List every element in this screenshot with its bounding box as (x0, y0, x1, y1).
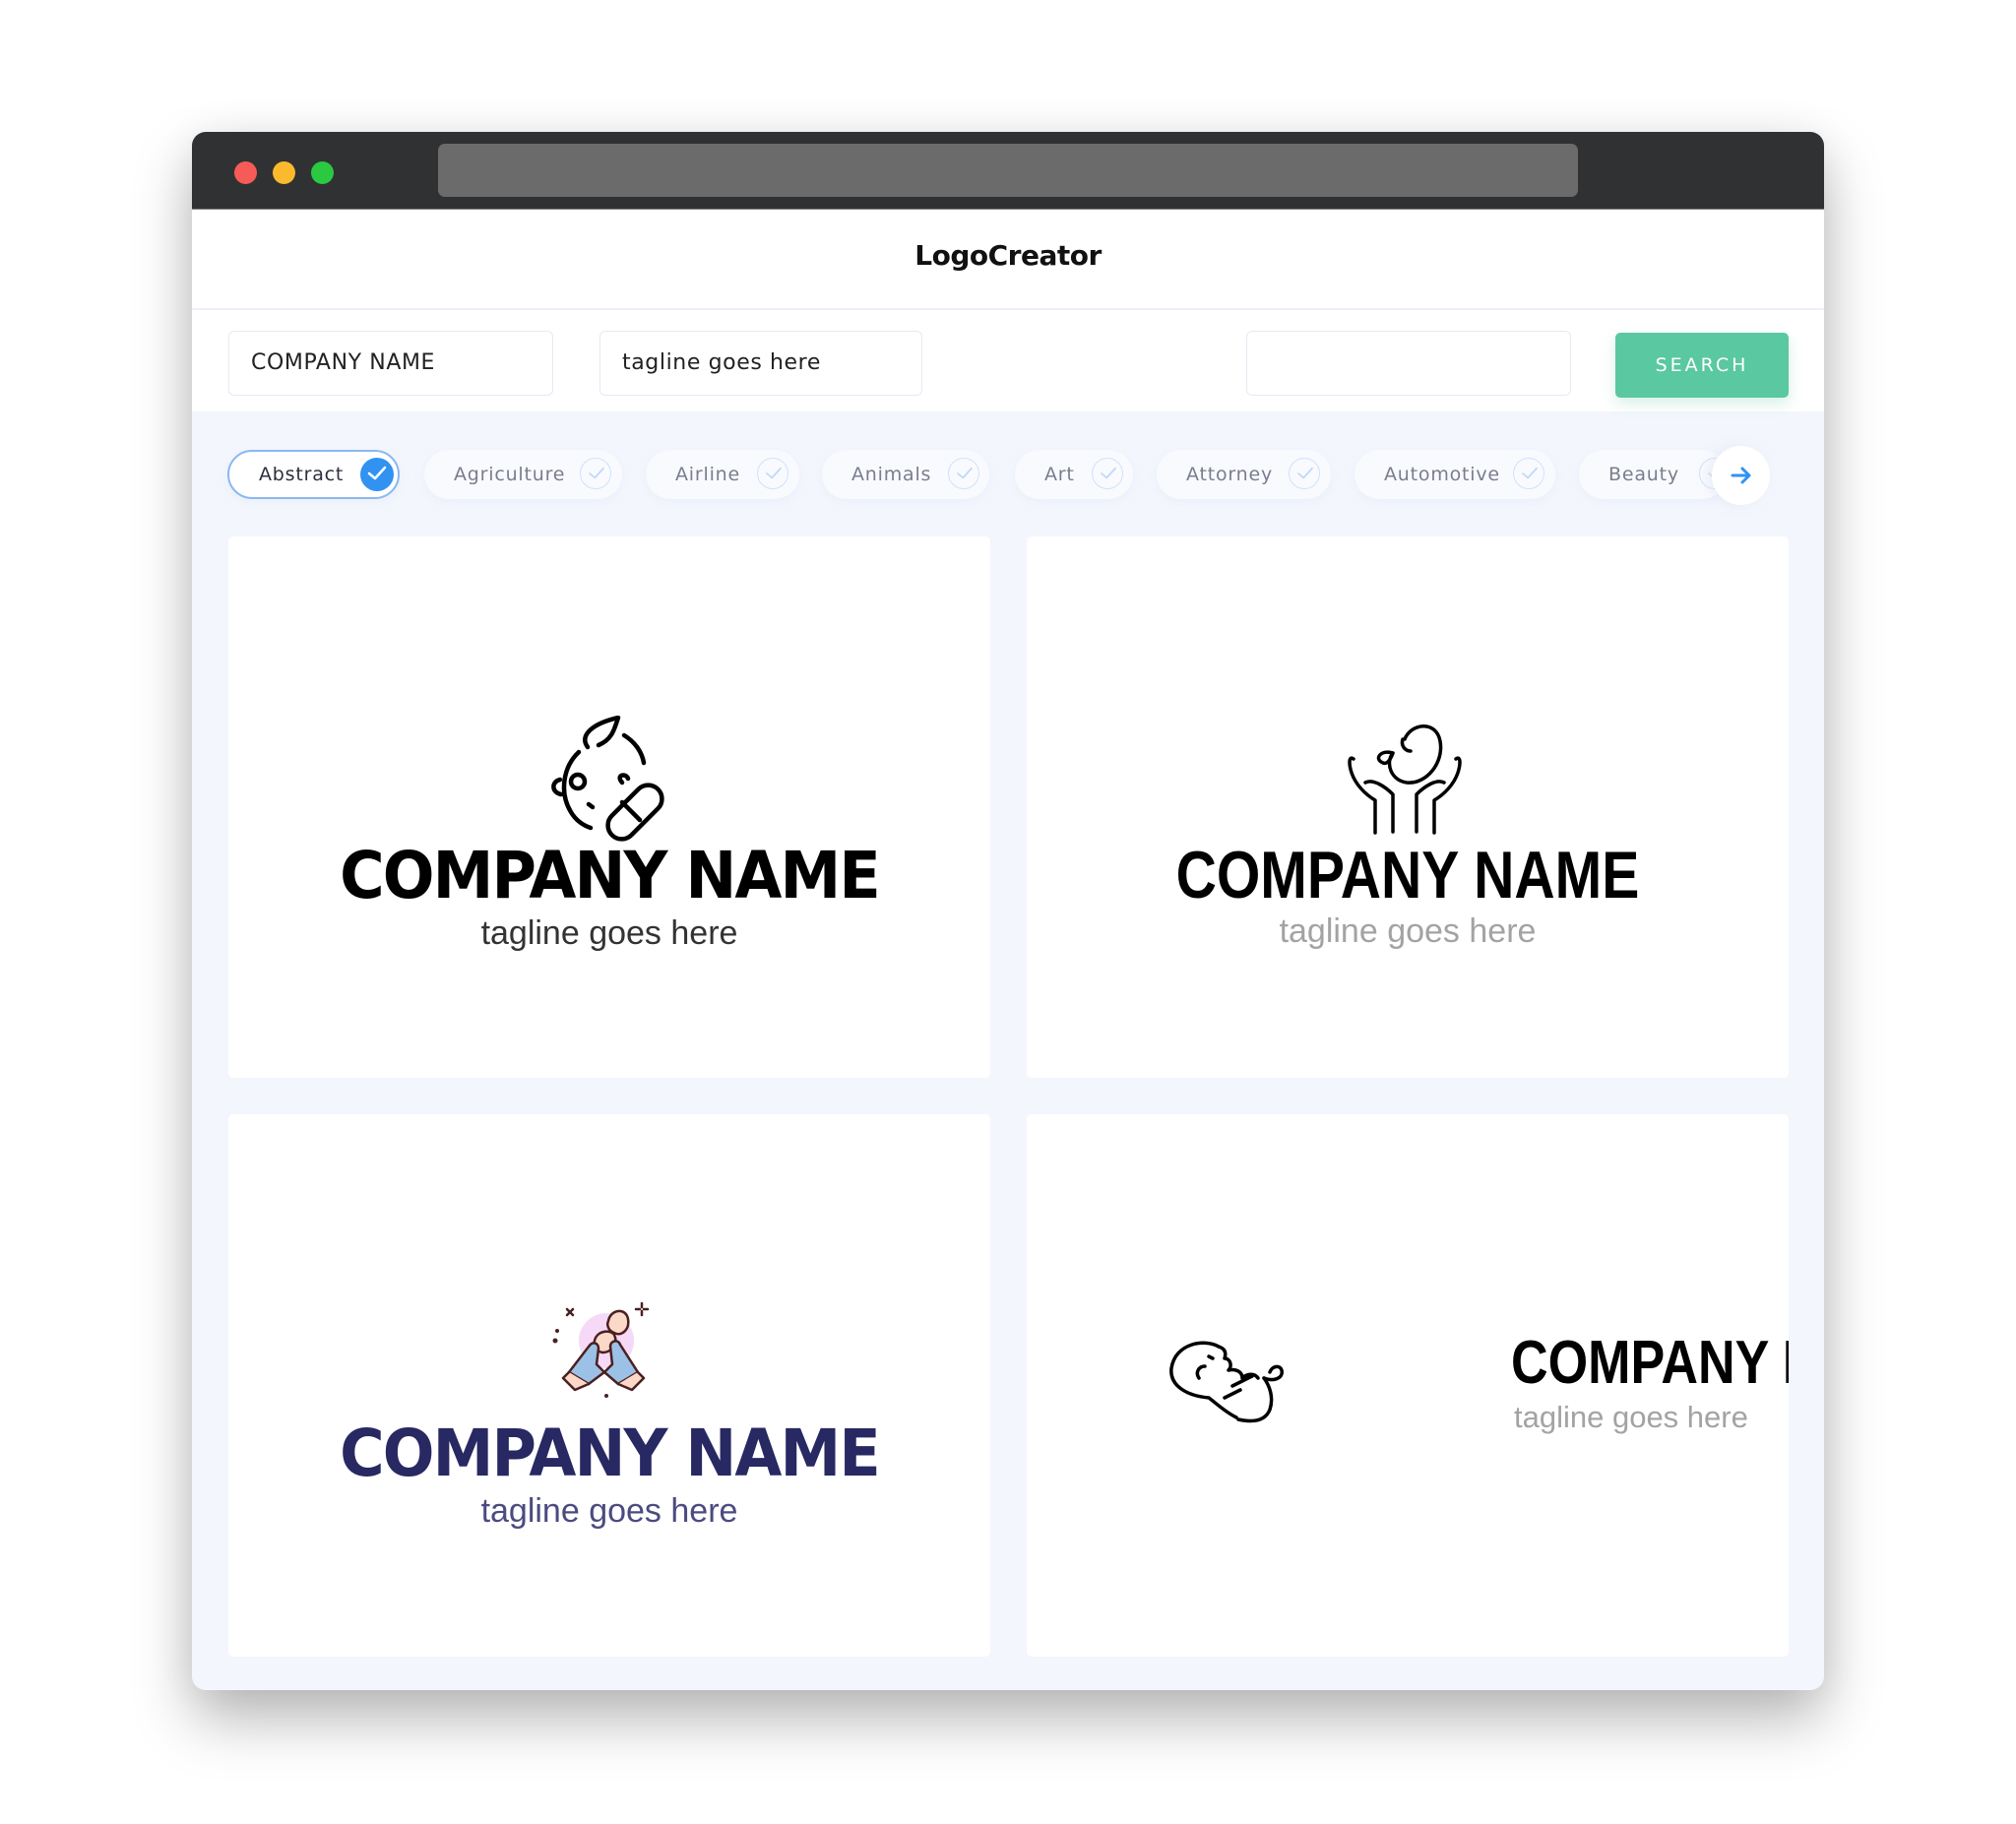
category-filter-bar: Abstract Agriculture Airline Animals Art (192, 439, 1824, 518)
category-chip-label: Attorney (1186, 464, 1274, 485)
category-chip-airline[interactable]: Airline (646, 450, 799, 499)
category-chip-label: Airline (675, 464, 740, 485)
category-chip-beauty[interactable]: Beauty (1579, 450, 1727, 499)
logo-company-name: COMPANY NAME (1175, 838, 1640, 912)
app-header: LogoCreator (192, 210, 1824, 308)
arrow-right-icon (1731, 467, 1751, 484)
check-icon (360, 458, 394, 491)
company-name-input[interactable]: COMPANY NAME (228, 331, 553, 396)
logo-tagline: tagline goes here (1279, 912, 1537, 950)
category-chip-label: Art (1044, 464, 1075, 485)
category-chip-art[interactable]: Art (1015, 450, 1133, 499)
category-chip-label: Agriculture (454, 464, 566, 485)
logo-company-name: COMPANY NAME (1511, 1329, 1789, 1397)
category-chip-attorney[interactable]: Attorney (1157, 450, 1331, 499)
close-window-button[interactable] (234, 161, 257, 184)
category-chip-abstract[interactable]: Abstract (227, 450, 400, 499)
logo-tagline: tagline goes here (1514, 1400, 1748, 1434)
browser-window: LogoCreator COMPANY NAME tagline goes he… (192, 132, 1824, 1690)
logo-card[interactable]: COMPANY NAME tagline goes here (228, 1114, 990, 1657)
title-bar (192, 132, 1824, 210)
keyword-input[interactable] (1246, 331, 1571, 396)
check-icon (757, 458, 788, 489)
category-chip-label: Abstract (259, 464, 345, 485)
logo-card[interactable]: COMPANY NAME tagline goes here (1027, 1114, 1789, 1657)
next-categories-button[interactable] (1712, 446, 1770, 505)
category-chip-label: Beauty (1608, 464, 1679, 485)
logo-card[interactable]: COMPANY NAME tagline goes here (228, 536, 990, 1078)
search-bar: COMPANY NAME tagline goes here SEARCH (192, 310, 1824, 411)
check-icon (1289, 458, 1320, 489)
logo-company-name: COMPANY NAME (340, 1415, 881, 1491)
check-icon (1092, 458, 1123, 489)
sleeping-baby-icon (1169, 1341, 1284, 1423)
logo-tagline: tagline goes here (480, 1492, 738, 1530)
baby-pill-icon (551, 716, 664, 842)
tagline-input[interactable]: tagline goes here (599, 331, 922, 396)
logo-card[interactable]: COMPANY NAME tagline goes here (1027, 536, 1789, 1078)
maximize-window-button[interactable] (311, 161, 334, 184)
category-chip-agriculture[interactable]: Agriculture (424, 450, 622, 499)
check-icon (580, 458, 611, 489)
app-title: LogoCreator (914, 239, 1102, 272)
category-chip-label: Automotive (1384, 464, 1500, 485)
address-bar[interactable] (438, 144, 1578, 197)
gloved-hands-newborn-icon (552, 1301, 650, 1398)
search-button[interactable]: SEARCH (1615, 333, 1789, 398)
category-chip-label: Animals (851, 464, 932, 485)
logo-tagline: tagline goes here (480, 914, 738, 952)
check-icon (1513, 458, 1544, 489)
check-icon (948, 458, 979, 489)
category-chip-automotive[interactable]: Automotive (1354, 450, 1555, 499)
minimize-window-button[interactable] (273, 161, 295, 184)
hands-holding-baby-icon (1348, 724, 1462, 835)
category-chip-animals[interactable]: Animals (822, 450, 989, 499)
logo-company-name: COMPANY NAME (340, 838, 881, 913)
